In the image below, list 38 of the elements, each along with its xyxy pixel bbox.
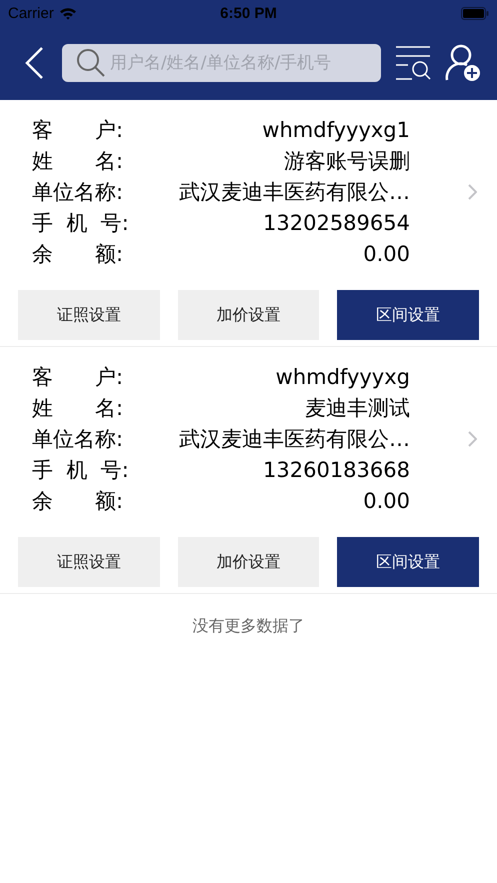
field-label: 余 额: xyxy=(32,488,124,514)
settings-button[interactable]: 区间设置 xyxy=(337,290,480,340)
settings-button[interactable]: 加价设置 xyxy=(178,290,320,340)
field-label: 单位名称: xyxy=(32,426,124,452)
field-value: 0.00 xyxy=(363,488,410,512)
field-value: 13260183668 xyxy=(263,458,410,482)
settings-button[interactable]: 证照设置 xyxy=(18,537,160,587)
field-value: 游客账号误删 xyxy=(284,148,410,174)
settings-button[interactable]: 区间设置 xyxy=(337,537,480,587)
field-label: 姓 名: xyxy=(32,148,124,174)
no-more-data-label: 没有更多数据了 xyxy=(192,615,306,637)
add-user-icon[interactable] xyxy=(445,44,481,82)
clock-time: 6:50 PM xyxy=(220,4,277,22)
field-value: 麦迪丰测试 xyxy=(305,394,410,422)
field-value: 13202589654 xyxy=(263,210,410,234)
chevron-right-icon xyxy=(468,184,477,200)
field-label: 手 机 号: xyxy=(32,210,129,236)
field-label: 余 额: xyxy=(32,240,124,268)
customer-row[interactable]: 客 户: whmdfyyyxg 姓 名: 麦迪丰测试 单位名称: 武汉麦迪丰医药有限公… 手 机 号: 13260183668 余 额: 0.00 xyxy=(0,361,497,516)
field-value: whmdfyyyxg xyxy=(276,364,410,388)
field-label: 客 户: xyxy=(32,364,124,390)
field-value: 0.00 xyxy=(363,242,410,266)
back-icon[interactable] xyxy=(24,46,44,80)
settings-button[interactable]: 加价设置 xyxy=(178,537,320,587)
field-value: 武汉麦迪丰医药有限公… xyxy=(179,426,410,452)
field-label: 单位名称: xyxy=(32,178,124,206)
field-label: 姓 名: xyxy=(32,394,124,422)
settings-button[interactable]: 证照设置 xyxy=(18,290,160,340)
wifi-icon xyxy=(58,6,77,20)
chevron-right-icon xyxy=(468,430,477,446)
carrier-label: Carrier xyxy=(8,4,54,22)
field-label: 客 户: xyxy=(32,116,124,144)
field-label: 手 机 号: xyxy=(32,456,129,484)
filter-search-icon[interactable] xyxy=(395,45,431,81)
battery-icon xyxy=(460,6,489,20)
customer-row[interactable]: 客 户: whmdfyyyxg1 姓 名: 游客账号误删 单位名称: 武汉麦迪丰医药有限公… 手 机 号: 13202589654 余 额: 0.00 xyxy=(0,114,497,269)
field-value: whmdfyyyxg1 xyxy=(262,118,410,142)
field-value: 武汉麦迪丰医药有限公… xyxy=(179,178,410,206)
